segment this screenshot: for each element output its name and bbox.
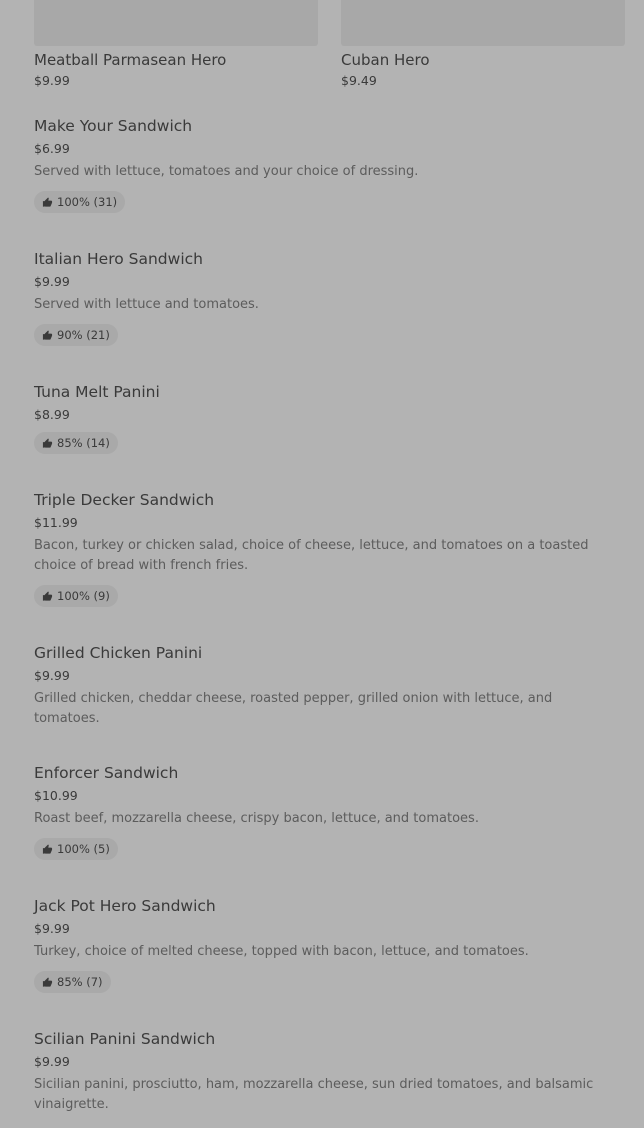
item-description: Grilled chicken, cheddar cheese, roasted…: [34, 691, 553, 726]
featured-item-card[interactable]: Meatball Parmasean Hero $9.99: [34, 0, 318, 89]
item-name: Enforcer Sandwich: [34, 764, 179, 782]
menu-item[interactable]: Italian Hero Sandwich $9.99 Served with le…: [34, 249, 614, 346]
menu-item[interactable]: Tuna Melt Panini $8.99 85% (14): [34, 382, 614, 454]
rating-text: 85% (7): [57, 975, 103, 989]
menu-item[interactable]: Enforcer Sandwich $10.99 Roast beef, mozza…: [34, 763, 614, 860]
thumbs-up-icon: [42, 590, 53, 602]
item-description: Roast beef, mozzarella cheese, crispy ba…: [34, 811, 479, 826]
menu-item[interactable]: Scilian Panini Sandwich $9.99 Sicilian pan…: [34, 1029, 614, 1115]
rating-badge: 85% (7): [34, 971, 111, 993]
menu-item[interactable]: Jack Pot Hero Sandwich $9.99 Turkey, choic…: [34, 896, 614, 993]
thumbs-up-icon: [42, 843, 53, 855]
item-price: $8.99: [34, 407, 70, 422]
thumbs-up-icon: [42, 329, 53, 341]
rating-text: 100% (31): [57, 195, 118, 209]
item-image: [34, 0, 318, 46]
rating-badge: 90% (21): [34, 324, 118, 346]
featured-item-card[interactable]: Cuban Hero $9.49: [341, 0, 625, 89]
item-description: Sicilian panini, prosciutto, ham, mozzar…: [34, 1077, 594, 1112]
item-name: Italian Hero Sandwich: [34, 250, 203, 268]
menu-item[interactable]: Triple Decker Sandwich $11.99 Bacon, turke…: [34, 490, 614, 607]
item-description: Served with lettuce, tomatoes and your c…: [34, 164, 419, 179]
thumbs-up-icon: [42, 437, 53, 449]
thumbs-up-icon: [42, 976, 53, 988]
rating-text: 90% (21): [57, 328, 110, 342]
item-price: $6.99: [34, 141, 70, 156]
item-price: $9.99: [34, 921, 70, 936]
menu-item[interactable]: Make Your Sandwich $6.99 Served with lettu…: [34, 116, 614, 213]
item-price: $9.99: [34, 274, 70, 289]
item-price: $9.99: [34, 73, 70, 88]
rating-badge: 100% (9): [34, 585, 118, 607]
item-name: Make Your Sandwich: [34, 117, 193, 135]
rating-badge: 100% (5): [34, 838, 118, 860]
item-price: $10.99: [34, 788, 78, 803]
rating-text: 85% (14): [57, 436, 110, 450]
item-name: Triple Decker Sandwich: [34, 491, 215, 509]
thumbs-up-icon: [42, 196, 53, 208]
item-image: [341, 0, 625, 46]
item-name: Grilled Chicken Panini: [34, 644, 203, 662]
item-name: Meatball Parmasean Hero: [34, 51, 227, 69]
item-price: $9.99: [34, 668, 70, 683]
menu-item[interactable]: Grilled Chicken Panini $9.99 Grilled chick…: [34, 643, 614, 729]
item-name: Scilian Panini Sandwich: [34, 1030, 216, 1048]
rating-badge: 100% (31): [34, 191, 126, 213]
item-price: $9.49: [341, 73, 377, 88]
item-description: Served with lettuce and tomatoes.: [34, 297, 259, 312]
featured-items: Meatball Parmasean Hero $9.99 Cuban Hero…: [34, 0, 625, 100]
rating-badge: 85% (14): [34, 432, 118, 454]
item-name: Tuna Melt Panini: [34, 383, 160, 401]
item-description: Bacon, turkey or chicken salad, choice o…: [34, 538, 589, 573]
item-name: Jack Pot Hero Sandwich: [34, 897, 216, 915]
item-description: Turkey, choice of melted cheese, topped …: [34, 944, 529, 959]
item-name: Cuban Hero: [341, 51, 430, 69]
menu-item-list: Make Your Sandwich $6.99 Served with lettu…: [34, 116, 614, 1115]
item-price: $9.99: [34, 1054, 70, 1069]
item-price: $11.99: [34, 515, 78, 530]
rating-text: 100% (5): [57, 842, 110, 856]
rating-text: 100% (9): [57, 589, 110, 603]
